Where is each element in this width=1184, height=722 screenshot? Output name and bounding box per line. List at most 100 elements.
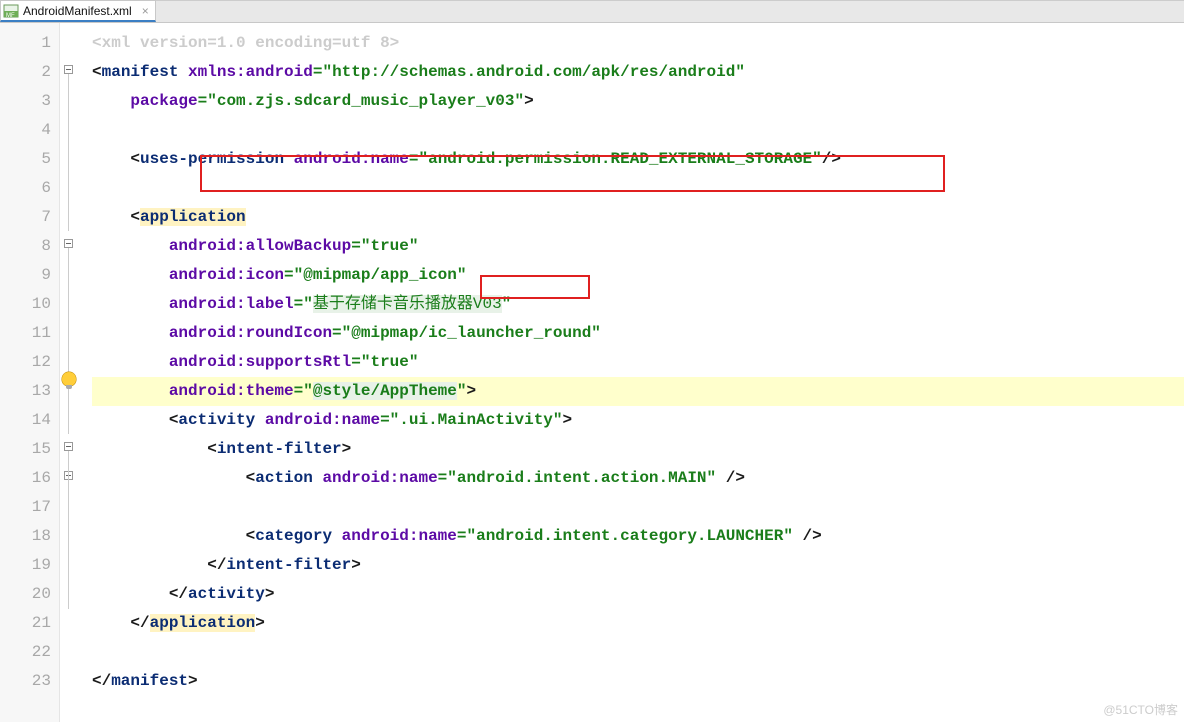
fold-line xyxy=(68,248,69,434)
code-text: android: xyxy=(322,469,399,487)
line-number[interactable]: 16 xyxy=(0,464,59,493)
code-text: intent-filter xyxy=(217,440,342,458)
code-text: android: xyxy=(342,527,419,545)
line-number[interactable]: 2 xyxy=(0,58,59,87)
line-number-gutter: 1 2 3 4 5 6 7 8 9 10 11 12 13 14 15 16 1… xyxy=(0,23,60,722)
code-text: "true" xyxy=(361,353,419,371)
code-text: </ xyxy=(92,672,111,690)
code-text: "com.zjs.sdcard_music_player_v03" xyxy=(207,92,524,110)
code-text: = xyxy=(332,324,342,342)
code-text: > xyxy=(390,34,400,52)
line-number[interactable]: 22 xyxy=(0,638,59,667)
code-text: @s xyxy=(313,382,332,400)
line-number[interactable]: 20 xyxy=(0,580,59,609)
code-text: android: xyxy=(294,150,371,168)
code-text: " xyxy=(294,266,304,284)
line-number[interactable]: 12 xyxy=(0,348,59,377)
line-number[interactable]: 18 xyxy=(0,522,59,551)
code-text: name xyxy=(399,469,437,487)
line-number[interactable]: 21 xyxy=(0,609,59,638)
code-text: "@mipmap/ic_launcher_round" xyxy=(342,324,601,342)
fold-toggle-icon[interactable] xyxy=(64,239,73,248)
code-text xyxy=(178,63,188,81)
line-number[interactable]: 19 xyxy=(0,551,59,580)
code-text: " xyxy=(502,295,512,313)
code-area[interactable]: <xml version=1.0 encoding=utf 8> <manife… xyxy=(92,23,1184,722)
line-number[interactable]: 10 xyxy=(0,290,59,319)
close-icon[interactable]: × xyxy=(142,4,149,18)
fold-toggle-icon[interactable] xyxy=(64,442,73,451)
line-number[interactable]: 3 xyxy=(0,87,59,116)
code-text: </ xyxy=(130,614,149,632)
code-text: /> xyxy=(822,150,841,168)
code-text: encoding= xyxy=(246,34,342,52)
code-text: = xyxy=(351,237,361,255)
editor: 1 2 3 4 5 6 7 8 9 10 11 12 13 14 15 16 1… xyxy=(0,23,1184,722)
code-text: > xyxy=(467,382,477,400)
line-number[interactable]: 6 xyxy=(0,174,59,203)
line-number[interactable]: 1 xyxy=(0,29,59,58)
line-number[interactable]: 4 xyxy=(0,116,59,145)
mf-file-icon: MF xyxy=(3,4,19,18)
line-number[interactable]: 7 xyxy=(0,203,59,232)
code-text: > xyxy=(265,585,275,603)
code-text: "http://schemas.android.com/apk/res/andr… xyxy=(322,63,744,81)
line-number[interactable]: 23 xyxy=(0,667,59,696)
line-number[interactable]: 11 xyxy=(0,319,59,348)
line-number[interactable]: 9 xyxy=(0,261,59,290)
line-number[interactable]: 14 xyxy=(0,406,59,435)
code-text: = xyxy=(438,469,448,487)
code-text: < xyxy=(169,411,179,429)
code-text: name xyxy=(370,150,408,168)
code-text: icon xyxy=(246,266,284,284)
code-text: > xyxy=(188,672,198,690)
fold-toggle-icon[interactable] xyxy=(64,65,73,74)
code-text: android: xyxy=(169,324,246,342)
code-text: </ xyxy=(207,556,226,574)
code-text: android xyxy=(246,63,313,81)
code-text: < xyxy=(246,469,256,487)
code-text: > xyxy=(351,556,361,574)
svg-text:MF: MF xyxy=(6,13,15,18)
code-text: "android.intent.action.MAIN" xyxy=(447,469,716,487)
code-text: "true" xyxy=(361,237,419,255)
code-text: > xyxy=(524,92,534,110)
code-text: android: xyxy=(169,295,246,313)
code-text: manifest xyxy=(102,63,179,81)
code-text: > xyxy=(342,440,352,458)
code-text: = xyxy=(198,92,208,110)
code-text: = xyxy=(380,411,390,429)
code-text: "android.intent.category.LAUNCHER" xyxy=(466,527,792,545)
code-text: theme xyxy=(246,382,294,400)
line-number[interactable]: 13 xyxy=(0,377,59,406)
code-text: /> xyxy=(793,527,822,545)
code-text: 1.0 xyxy=(217,34,246,52)
line-number[interactable]: 8 xyxy=(0,232,59,261)
code-text: activity xyxy=(178,411,255,429)
code-text: " xyxy=(303,295,313,313)
line-number[interactable]: 5 xyxy=(0,145,59,174)
watermark-text: @51CTO博客 xyxy=(1103,701,1178,718)
code-text: 基于存储卡音乐播放器V03 xyxy=(313,295,502,313)
fold-line xyxy=(68,451,69,609)
code-text: > xyxy=(563,411,573,429)
tab-bar: MF AndroidManifest.xml × xyxy=(0,1,1184,23)
code-text: intent-filter xyxy=(226,556,351,574)
code-text: supportsRtl xyxy=(246,353,352,371)
code-text: > xyxy=(255,614,265,632)
code-text: = xyxy=(284,266,294,284)
code-text: = xyxy=(294,295,304,313)
code-text: </ xyxy=(169,585,188,603)
code-text: " xyxy=(303,382,313,400)
code-text: name xyxy=(342,411,380,429)
code-text: < xyxy=(92,63,102,81)
intention-bulb-icon[interactable] xyxy=(62,372,76,386)
fold-line xyxy=(68,74,69,231)
file-tab[interactable]: MF AndroidManifest.xml × xyxy=(0,0,156,22)
code-text: = xyxy=(351,353,361,371)
code-text: action xyxy=(255,469,313,487)
line-number[interactable]: 17 xyxy=(0,493,59,522)
code-text: package xyxy=(130,92,197,110)
line-number[interactable]: 15 xyxy=(0,435,59,464)
code-text: "android.permission.READ_EXTERNAL_STORAG… xyxy=(418,150,821,168)
